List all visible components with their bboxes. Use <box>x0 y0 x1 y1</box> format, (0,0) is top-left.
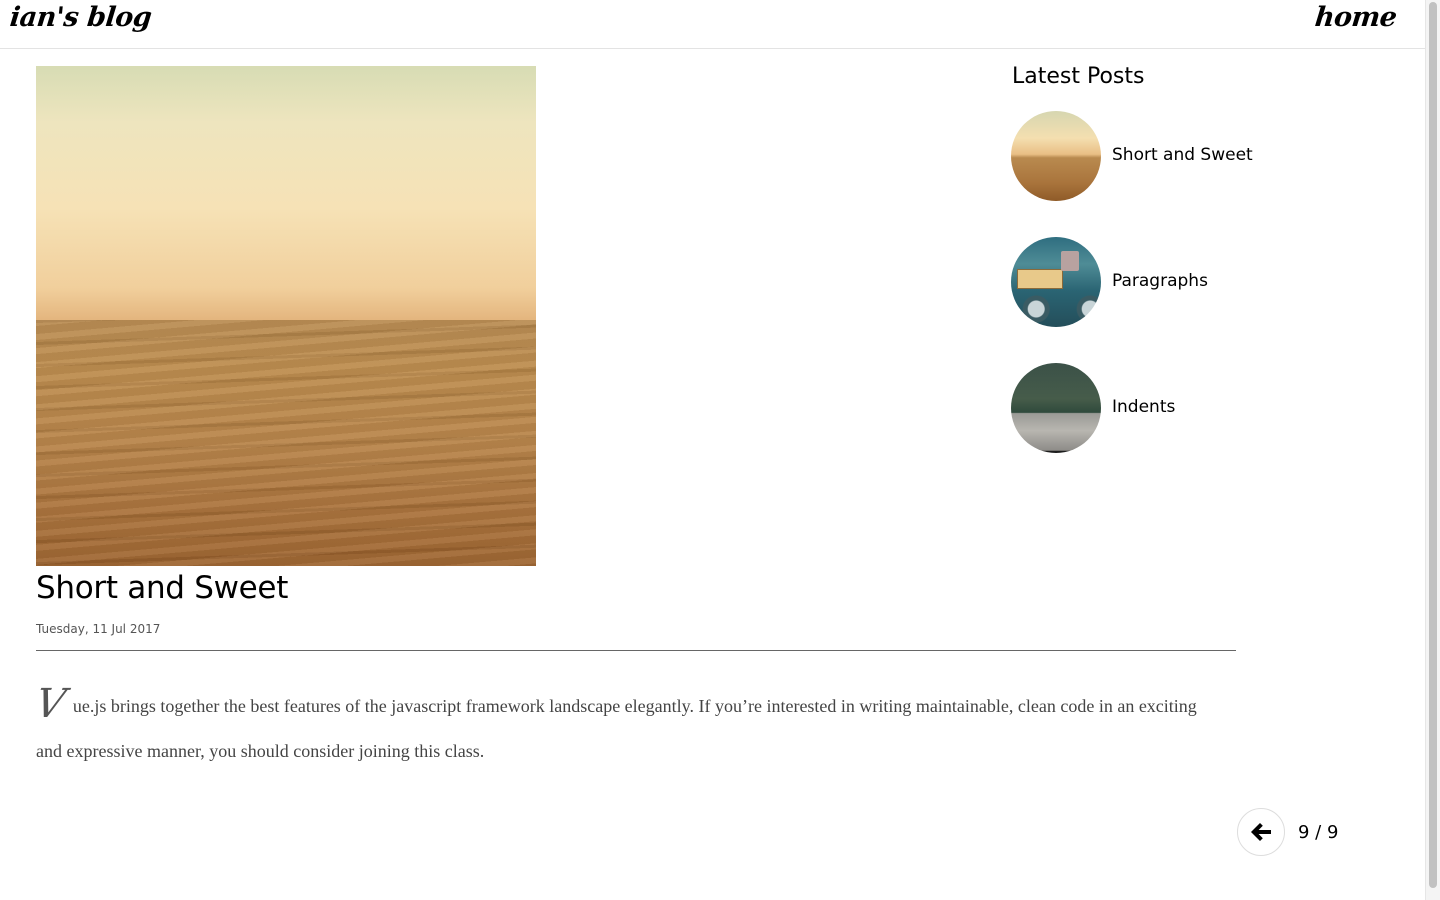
latest-post-item[interactable]: Short and Sweet <box>1011 111 1311 201</box>
post-divider <box>36 650 1236 651</box>
post-body: Vue.js brings together the best features… <box>32 681 1211 774</box>
latest-post-title[interactable]: Paragraphs <box>1112 271 1208 291</box>
blog-logo-link[interactable]: ian's blog <box>8 2 153 33</box>
post-hero-image <box>36 66 536 566</box>
thumb-plate-shape <box>1017 269 1063 289</box>
home-link[interactable]: home <box>1313 2 1398 33</box>
scrollbar[interactable] <box>1425 0 1440 900</box>
latest-posts-heading: Latest Posts <box>1012 64 1145 89</box>
top-navbar: ian's blog home <box>0 0 1425 49</box>
scrollbar-thumb[interactable] <box>1429 2 1437 888</box>
hero-sky <box>36 66 536 324</box>
drop-cap: V <box>31 681 69 727</box>
post-title: Short and Sweet <box>36 570 289 606</box>
latest-post-item[interactable]: Paragraphs <box>1011 237 1311 327</box>
post-body-text: ue.js brings together the best features … <box>36 696 1197 761</box>
latest-post-thumbnail[interactable] <box>1011 111 1101 201</box>
thumb-lamp-shape <box>1061 251 1079 271</box>
hero-sand <box>36 320 536 566</box>
latest-post-thumbnail[interactable] <box>1011 237 1101 327</box>
latest-post-item[interactable]: Indents <box>1011 363 1311 453</box>
latest-post-title[interactable]: Short and Sweet <box>1112 145 1253 165</box>
post-date: Tuesday, 11 Jul 2017 <box>36 622 161 636</box>
page-counter: 9 / 9 <box>1298 822 1339 843</box>
arrow-left-icon <box>1251 823 1271 841</box>
latest-post-title[interactable]: Indents <box>1112 397 1175 417</box>
previous-post-button[interactable] <box>1237 808 1285 856</box>
latest-post-thumbnail[interactable] <box>1011 363 1101 453</box>
